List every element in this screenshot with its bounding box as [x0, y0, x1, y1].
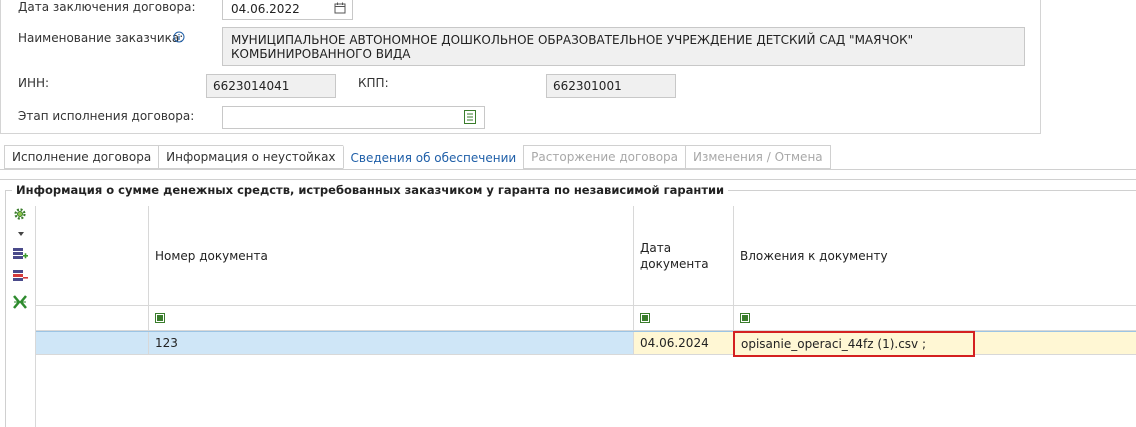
tab-penalties-info[interactable]: Информация о неустойках [158, 145, 343, 169]
tab-content-top-border [0, 179, 1136, 180]
delete-row-icon[interactable] [12, 268, 28, 284]
excel-export-icon[interactable] [12, 294, 28, 310]
guarantee-grid: Номер документа Дата документа Вложения … [35, 206, 1136, 357]
tab-bar: Исполнение договора Информация о неустой… [4, 145, 831, 169]
tab-underline [0, 169, 1136, 170]
info-icon[interactable] [172, 30, 186, 44]
filter-cell-attachments[interactable] [734, 306, 1136, 331]
contract-date-value: 04.06.2022 [231, 1, 300, 16]
inn-label: ИНН: [18, 76, 50, 90]
grid-left-border [35, 206, 36, 427]
column-header-doc-date-line2: документа [640, 256, 709, 271]
calendar-icon[interactable] [333, 1, 347, 15]
customer-name-field: МУНИЦИПАЛЬНОЕ АВТОНОМНОЕ ДОШКОЛЬНОЕ ОБРА… [222, 27, 1025, 66]
kpp-label: КПП: [358, 76, 389, 90]
tab-contract-termination: Расторжение договора [523, 145, 686, 169]
column-header-attachments[interactable]: Вложения к документу [734, 206, 1136, 306]
tab-changes-cancel: Изменения / Отмена [685, 145, 831, 169]
filter-cell-blank [35, 306, 149, 331]
filter-toggle-icon[interactable] [740, 313, 750, 323]
add-row-icon[interactable] [12, 246, 28, 262]
column-header-doc-date-line1: Дата [640, 240, 672, 255]
group-title: Информация о сумме денежных средств, ист… [12, 183, 729, 197]
customer-name-line1: МУНИЦИПАЛЬНОЕ АВТОНОМНОЕ ДОШКОЛЬНОЕ ОБРА… [231, 33, 914, 47]
column-header-blank [35, 206, 149, 306]
tab-contract-execution[interactable]: Исполнение договора [4, 145, 159, 169]
customer-name-label: Наименование заказчика: [18, 31, 184, 45]
settings-gear-icon[interactable] [12, 206, 28, 222]
customer-name-line2: КОМБИНИРОВАННОГО ВИДА [231, 47, 411, 61]
kpp-value: 662301001 [553, 79, 622, 93]
column-header-doc-date[interactable]: Дата документа [634, 206, 734, 306]
contract-date-label: Дата заключения договора: [18, 0, 196, 14]
dropdown-arrow-icon[interactable] [17, 226, 25, 236]
filter-toggle-icon[interactable] [640, 313, 650, 323]
kpp-field: 662301001 [546, 74, 676, 98]
inn-field: 6623014041 [206, 74, 336, 98]
attachment-link[interactable]: opisanie_operaci_44fz (1).csv ; [741, 337, 926, 351]
inn-value: 6623014041 [213, 79, 290, 93]
table-row-doc-number[interactable]: 123 [149, 332, 634, 355]
filter-toggle-icon[interactable] [155, 313, 165, 323]
stage-field[interactable] [222, 106, 485, 129]
filter-cell-doc-number[interactable] [149, 306, 634, 331]
lookup-list-icon[interactable] [463, 110, 477, 124]
table-row-doc-date[interactable]: 04.06.2024 [634, 332, 734, 355]
stage-label: Этап исполнения договора: [18, 109, 195, 123]
column-header-doc-number[interactable]: Номер документа [149, 206, 634, 306]
attachment-highlight[interactable]: opisanie_operaci_44fz (1).csv ; [733, 331, 975, 357]
filter-cell-doc-date[interactable] [634, 306, 734, 331]
table-row-indicator[interactable] [35, 332, 149, 355]
tab-security-info[interactable]: Сведения об обеспечении [342, 145, 524, 169]
